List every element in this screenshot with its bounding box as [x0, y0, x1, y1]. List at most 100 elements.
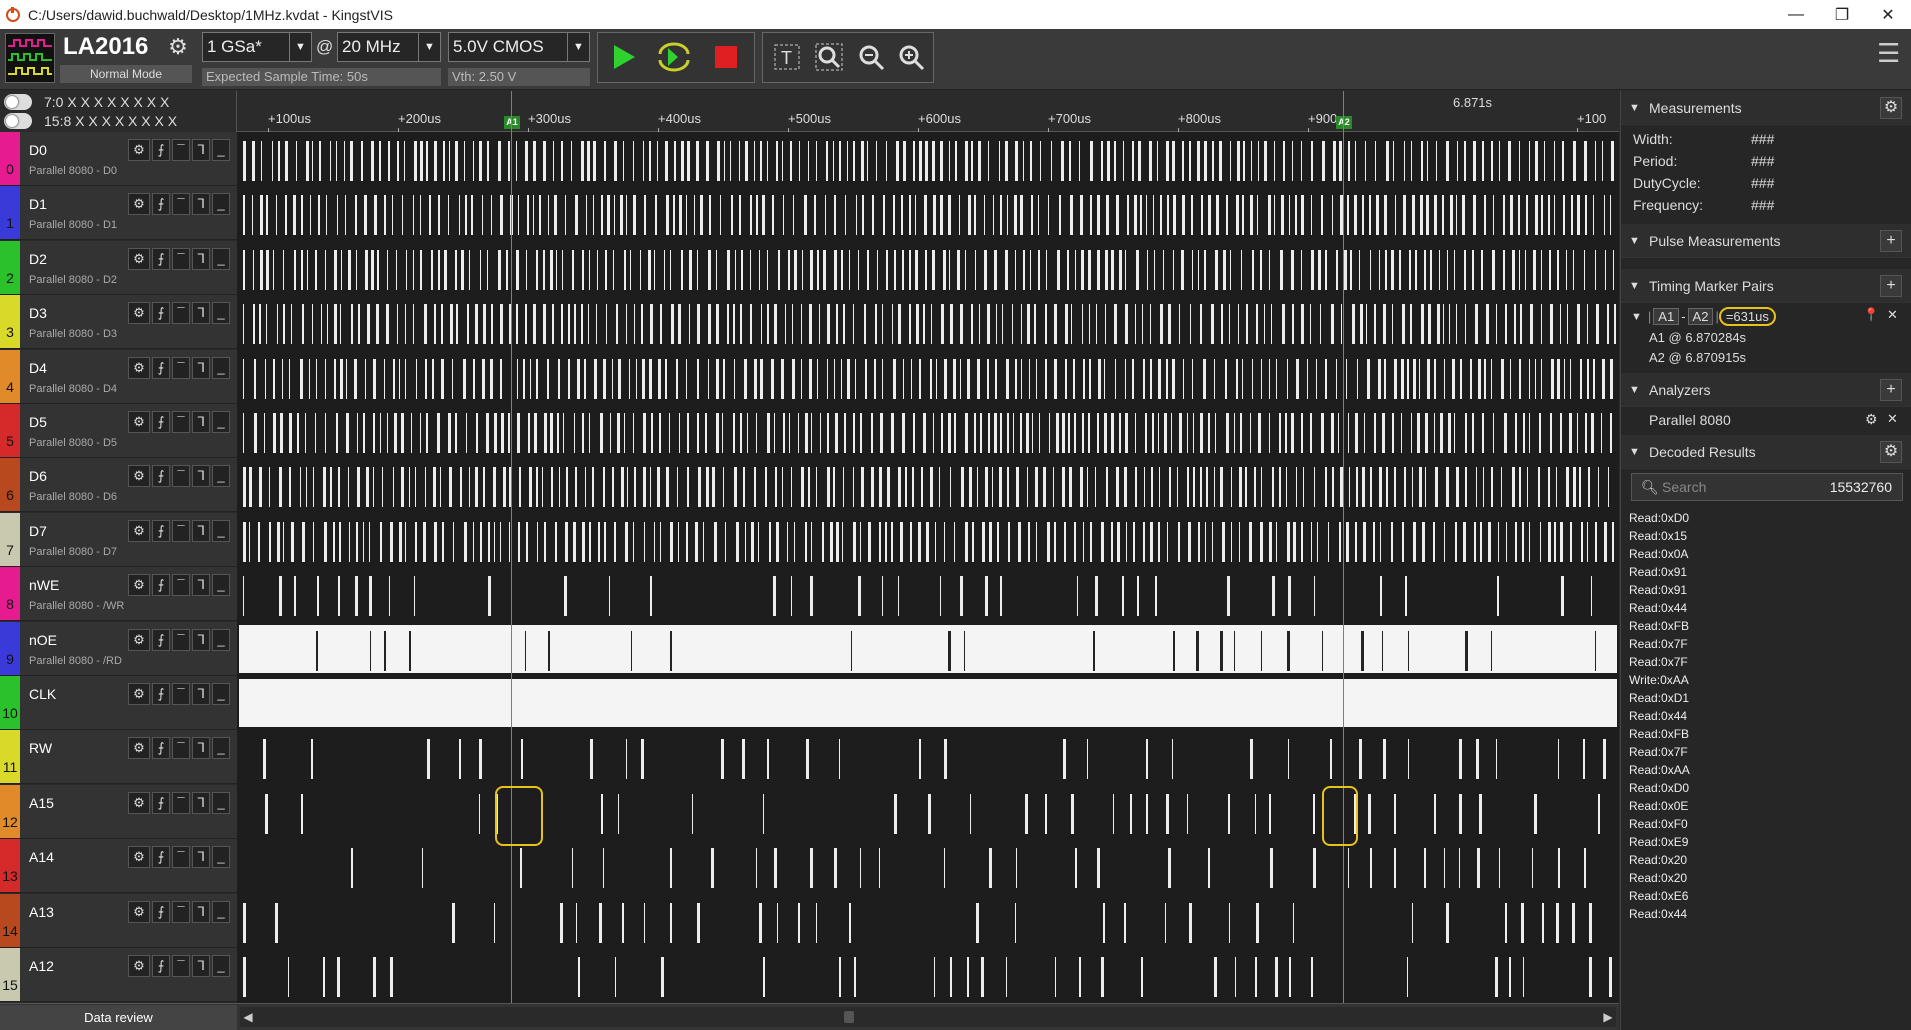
channel-name[interactable]: D2: [29, 251, 47, 267]
waveform-lane[interactable]: [239, 951, 1617, 999]
channel-row[interactable]: 11 RW ⚙ ⨍ ¯ ᒣ _: [0, 730, 237, 784]
channel-row[interactable]: 7 D7 Parallel 8080 - D7 ⚙ ⨍ ¯ ᒣ _: [0, 513, 237, 567]
channel-name[interactable]: nOE: [29, 632, 57, 648]
channel-row[interactable]: 1 D1 Parallel 8080 - D1 ⚙ ⨍ ¯ ᒣ _: [0, 186, 237, 240]
high-level-trigger-icon[interactable]: ¯: [172, 683, 190, 705]
minimize-button[interactable]: —: [1773, 0, 1819, 29]
decoded-result-row[interactable]: Read:0x0A: [1629, 547, 1688, 561]
channel-row[interactable]: 8 nWE Parallel 8080 - /WR ⚙ ⨍ ¯ ᒣ _: [0, 567, 237, 621]
channel-name[interactable]: D7: [29, 523, 47, 539]
channel-gear-icon[interactable]: ⚙: [128, 955, 150, 977]
decoded-result-row[interactable]: Read:0x15: [1629, 529, 1687, 543]
waveform-lane[interactable]: [239, 407, 1617, 455]
channel-gear-icon[interactable]: ⚙: [128, 193, 150, 215]
analyzers-header[interactable]: ▼ Analyzers +: [1621, 373, 1911, 407]
rising-edge-trigger-icon[interactable]: ⨍: [152, 357, 170, 379]
zoom-out-icon[interactable]: [851, 37, 891, 77]
high-level-trigger-icon[interactable]: ¯: [172, 737, 190, 759]
high-level-trigger-icon[interactable]: ¯: [172, 193, 190, 215]
play-icon[interactable]: [604, 37, 644, 77]
channel-row[interactable]: 4 D4 Parallel 8080 - D4 ⚙ ⨍ ¯ ᒣ _: [0, 350, 237, 404]
decoded-result-row[interactable]: Read:0xD1: [1629, 691, 1689, 705]
high-level-trigger-icon[interactable]: ¯: [172, 465, 190, 487]
channel-row[interactable]: 13 A14 ⚙ ⨍ ¯ ᒣ _: [0, 839, 237, 893]
channel-gear-icon[interactable]: ⚙: [128, 574, 150, 596]
decoded-result-row[interactable]: Read:0xF0: [1629, 817, 1688, 831]
low-level-trigger-icon[interactable]: _: [212, 683, 230, 705]
marker-a2-pill[interactable]: A2: [1687, 308, 1714, 325]
group-15-8[interactable]: 15:8 X X X X X X X X: [4, 112, 177, 130]
high-level-trigger-icon[interactable]: ¯: [172, 629, 190, 651]
decoded-result-row[interactable]: Read:0x7F: [1629, 745, 1688, 759]
falling-edge-trigger-icon[interactable]: ᒣ: [192, 629, 210, 651]
channel-row[interactable]: 5 D5 Parallel 8080 - D5 ⚙ ⨍ ¯ ᒣ _: [0, 404, 237, 458]
waveform-lane[interactable]: [239, 135, 1617, 183]
rising-edge-trigger-icon[interactable]: ⨍: [152, 683, 170, 705]
high-level-trigger-icon[interactable]: ¯: [172, 248, 190, 270]
rising-edge-trigger-icon[interactable]: ⨍: [152, 629, 170, 651]
low-level-trigger-icon[interactable]: _: [212, 574, 230, 596]
channel-gear-icon[interactable]: ⚙: [128, 465, 150, 487]
waveform-lane[interactable]: [239, 842, 1617, 890]
falling-edge-trigger-icon[interactable]: ᒣ: [192, 357, 210, 379]
marker-a1-pill[interactable]: A1: [1653, 308, 1680, 325]
hamburger-icon[interactable]: ☰: [1877, 40, 1901, 66]
toggle-switch[interactable]: [4, 94, 32, 110]
high-level-trigger-icon[interactable]: ¯: [172, 955, 190, 977]
channel-name[interactable]: D5: [29, 414, 47, 430]
low-level-trigger-icon[interactable]: _: [212, 955, 230, 977]
channel-name[interactable]: A13: [29, 904, 54, 920]
marker-a2-line[interactable]: [1343, 91, 1344, 1003]
channel-name[interactable]: D0: [29, 142, 47, 158]
time-ruler[interactable]: +100us +200us +300us +400us +500us +600u…: [237, 91, 1619, 133]
waveform-lane[interactable]: [239, 679, 1617, 727]
decoded-result-row[interactable]: Read:0xFB: [1629, 727, 1689, 741]
channel-name[interactable]: D6: [29, 468, 47, 484]
rising-edge-trigger-icon[interactable]: ⨍: [152, 846, 170, 868]
add-pulse-icon[interactable]: +: [1880, 230, 1902, 252]
waveform-lane[interactable]: [239, 897, 1617, 945]
marker-a1-line[interactable]: [511, 91, 512, 1003]
rising-edge-trigger-icon[interactable]: ⨍: [152, 139, 170, 161]
channel-gear-icon[interactable]: ⚙: [128, 357, 150, 379]
waveform-lane[interactable]: [239, 788, 1617, 836]
rising-edge-trigger-icon[interactable]: ⨍: [152, 411, 170, 433]
high-level-trigger-icon[interactable]: ¯: [172, 574, 190, 596]
channel-gear-icon[interactable]: ⚙: [128, 248, 150, 270]
high-level-trigger-icon[interactable]: ¯: [172, 901, 190, 923]
high-level-trigger-icon[interactable]: ¯: [172, 792, 190, 814]
channel-name[interactable]: A12: [29, 958, 54, 974]
high-level-trigger-icon[interactable]: ¯: [172, 846, 190, 868]
channel-gear-icon[interactable]: ⚙: [128, 520, 150, 542]
channel-name[interactable]: D1: [29, 196, 47, 212]
channel-gear-icon[interactable]: ⚙: [128, 302, 150, 324]
low-level-trigger-icon[interactable]: _: [212, 302, 230, 324]
channel-gear-icon[interactable]: ⚙: [128, 846, 150, 868]
channel-row[interactable]: 12 A15 ⚙ ⨍ ¯ ᒣ _: [0, 785, 237, 839]
high-level-trigger-icon[interactable]: ¯: [172, 411, 190, 433]
measurements-header[interactable]: ▼ Measurements ⚙: [1621, 91, 1911, 125]
pulse-measurements-header[interactable]: ▼ Pulse Measurements +: [1621, 224, 1911, 258]
channel-row[interactable]: 9 nOE Parallel 8080 - /RD ⚙ ⨍ ¯ ᒣ _: [0, 622, 237, 676]
channel-row[interactable]: 14 A13 ⚙ ⨍ ¯ ᒣ _: [0, 894, 237, 948]
rising-edge-trigger-icon[interactable]: ⨍: [152, 574, 170, 596]
repeat-icon[interactable]: [654, 37, 694, 77]
waveform-lane[interactable]: [239, 353, 1617, 401]
channel-name[interactable]: RW: [29, 740, 52, 756]
analyzer-item[interactable]: Parallel 8080: [1649, 412, 1731, 428]
waveform-lane[interactable]: [239, 244, 1617, 292]
decoded-result-row[interactable]: Read:0x44: [1629, 907, 1687, 921]
scroll-left-icon[interactable]: ◀: [240, 1007, 256, 1027]
waveform-area[interactable]: [237, 91, 1619, 1003]
decoded-result-row[interactable]: Read:0x20: [1629, 853, 1687, 867]
measurements-gear-icon[interactable]: ⚙: [1880, 97, 1902, 119]
high-level-trigger-icon[interactable]: ¯: [172, 139, 190, 161]
decoded-result-row[interactable]: Read:0x91: [1629, 565, 1687, 579]
group-7-0[interactable]: 7:0 X X X X X X X X: [4, 93, 169, 111]
decoded-result-row[interactable]: Write:0xAA: [1629, 673, 1689, 687]
channel-row[interactable]: 6 D6 Parallel 8080 - D6 ⚙ ⨍ ¯ ᒣ _: [0, 458, 237, 512]
decoded-result-row[interactable]: Read:0xAA: [1629, 763, 1690, 777]
falling-edge-trigger-icon[interactable]: ᒣ: [192, 683, 210, 705]
rising-edge-trigger-icon[interactable]: ⨍: [152, 248, 170, 270]
scroll-right-icon[interactable]: ▶: [1600, 1007, 1616, 1027]
